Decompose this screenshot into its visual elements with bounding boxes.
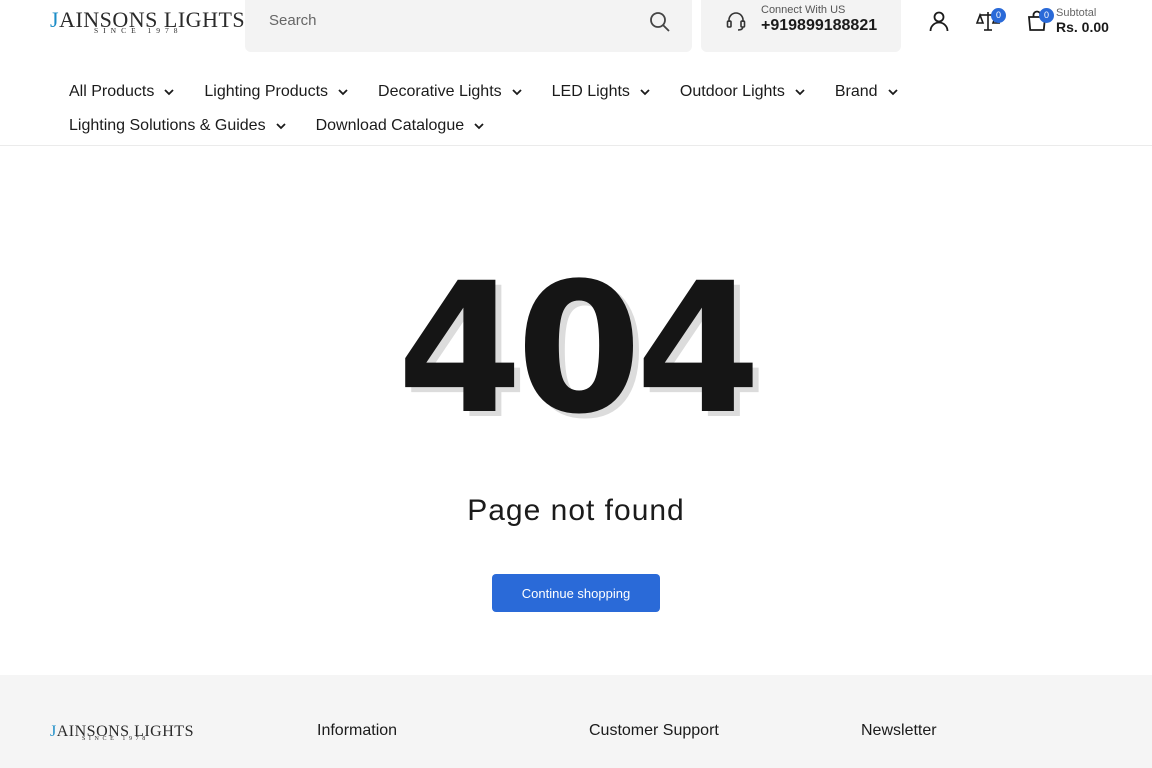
footer-logo[interactable]: JAINSONS LIGHTS SINCE 1978 <box>50 723 193 745</box>
nav-row: All Products Lighting Products Decorativ… <box>69 82 928 102</box>
search-input[interactable] <box>269 8 639 32</box>
headset-icon <box>726 12 746 31</box>
cart-count-badge: 0 <box>1039 8 1054 23</box>
chevron-down-icon <box>887 89 898 96</box>
nav-item-led-lights[interactable]: LED Lights <box>552 82 651 102</box>
nav-item-brand[interactable]: Brand <box>835 82 899 102</box>
chevron-down-icon <box>338 89 348 96</box>
nav-item-lighting-products[interactable]: Lighting Products <box>204 82 349 102</box>
chevron-down-icon <box>640 89 650 96</box>
nav-item-label: Download Catalogue <box>315 117 465 134</box>
error-code-heading: 404 <box>397 245 761 454</box>
nav-item-download-catalogue[interactable]: Download Catalogue <box>316 116 486 136</box>
user-icon[interactable] <box>927 9 951 33</box>
subtotal-value: Rs. 0.00 <box>1056 19 1109 35</box>
chevron-down-icon <box>275 123 286 130</box>
connect-phone[interactable]: +919899188821 <box>761 17 877 35</box>
page: JAINSONS LIGHTS SINCE 1978 Connect With … <box>0 0 1152 768</box>
search-icon[interactable] <box>648 10 672 34</box>
footer-heading-customer-support: Customer Support <box>589 722 719 739</box>
subtotal-label: Subtotal <box>1056 7 1097 19</box>
connect-label: Connect With US <box>761 4 846 16</box>
nav-item-label: LED Lights <box>551 83 630 100</box>
compare-count-badge: 0 <box>991 8 1006 23</box>
nav-item-label: Decorative Lights <box>378 83 502 100</box>
chevron-down-icon <box>164 89 175 96</box>
search-bar <box>245 0 692 52</box>
header: JAINSONS LIGHTS SINCE 1978 Connect With … <box>0 0 1152 56</box>
footer-heading-information: Information <box>317 722 398 739</box>
nav-item-decorative-lights[interactable]: Decorative Lights <box>378 82 523 102</box>
nav-item-label: Brand <box>834 83 878 100</box>
nav-item-label: Lighting Solutions & Guides <box>69 117 266 134</box>
chevron-down-icon <box>474 123 484 130</box>
nav-row: Lighting Solutions & Guides Download Cat… <box>69 116 514 136</box>
main-navigation: All Products Lighting Products Decorativ… <box>0 74 1152 146</box>
nav-item-label: Lighting Products <box>204 83 329 100</box>
nav-item-outdoor-lights[interactable]: Outdoor Lights <box>680 82 806 102</box>
continue-shopping-button[interactable]: Continue shopping <box>492 574 660 612</box>
footer: JAINSONS LIGHTS SINCE 1978 Information C… <box>0 675 1152 768</box>
footer-heading-newsletter: Newsletter <box>861 722 937 739</box>
logo-tagline: SINCE 1978 <box>94 26 183 35</box>
chevron-down-icon <box>512 89 522 96</box>
error-message: Page not found <box>467 494 685 527</box>
nav-item-label: Outdoor Lights <box>679 83 785 100</box>
chevron-down-icon <box>795 89 805 96</box>
nav-item-all-products[interactable]: All Products <box>69 82 175 102</box>
nav-item-label: All Products <box>69 83 155 100</box>
logo-tagline: SINCE 1978 <box>82 736 149 742</box>
nav-item-lighting-solutions[interactable]: Lighting Solutions & Guides <box>69 116 287 136</box>
brand-logo[interactable]: JAINSONS LIGHTS SINCE 1978 <box>50 8 245 36</box>
